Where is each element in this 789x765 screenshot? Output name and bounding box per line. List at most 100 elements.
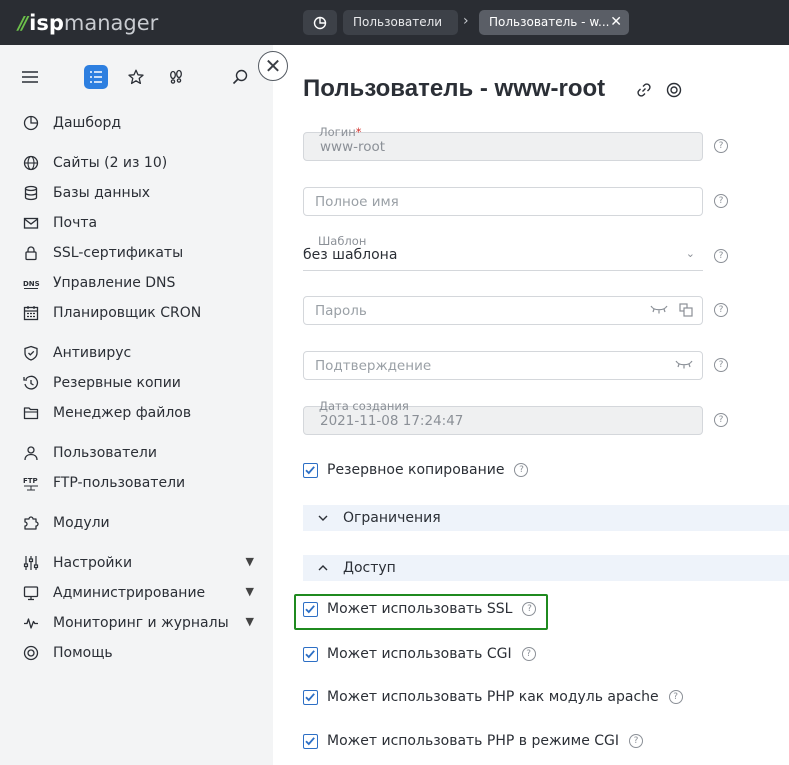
ssl-highlight-box <box>294 594 548 630</box>
sidebar-item-databases[interactable]: Базы данных <box>22 182 262 204</box>
sidebar-item-sites[interactable]: Сайты (2 из 10) <box>22 152 262 174</box>
sidebar-item-file-manager[interactable]: Менеджер файлов <box>22 402 262 424</box>
sidebar-item-settings[interactable]: Настройки ▼ <box>22 552 262 574</box>
dashboard-icon <box>313 16 327 29</box>
main-panel: Пользователь - www-root Логин* www-root … <box>273 45 789 765</box>
sliders-icon <box>22 554 40 572</box>
confirm-placeholder: Подтверждение <box>315 358 432 374</box>
breadcrumb-current-label: Пользователь - w... <box>489 15 610 29</box>
calendar-icon <box>22 304 40 322</box>
logo-mark-icon: // <box>18 12 28 34</box>
cgi-checkbox-row[interactable]: Может использовать CGI ? <box>303 644 536 664</box>
limits-section-header[interactable]: Ограничения <box>303 505 789 531</box>
login-field: Логин* www-root <box>303 125 703 161</box>
mail-icon <box>22 214 40 232</box>
php-cgi-help-icon[interactable]: ? <box>629 734 644 748</box>
php-apache-help-icon[interactable]: ? <box>668 690 683 704</box>
password-input[interactable]: Пароль <box>303 296 703 325</box>
help-lifebuoy-icon[interactable] <box>665 81 683 99</box>
chevron-down-icon: ⌄ <box>685 247 695 260</box>
close-tab-icon[interactable]: ✕ <box>610 10 622 35</box>
sidebar-item-label: Мониторинг и журналы <box>53 615 229 631</box>
search-icon[interactable] <box>228 65 252 89</box>
lock-icon <box>22 244 40 262</box>
breadcrumb-chevron-icon: › <box>463 13 469 29</box>
sidebar-item-users[interactable]: Пользователи <box>22 442 262 464</box>
sidebar-item-label: Резервные копии <box>53 375 181 391</box>
confirm-password-input[interactable]: Подтверждение <box>303 351 703 380</box>
breadcrumb-users[interactable]: Пользователи <box>343 10 458 35</box>
backup-checkbox[interactable] <box>303 462 318 478</box>
php-apache-checkbox-row[interactable]: Может использовать PHP как модуль apache… <box>303 687 683 707</box>
top-bar: // isp manager Пользователи › Пользовате… <box>0 0 789 45</box>
created-help-icon[interactable]: ? <box>714 413 728 427</box>
list-view-icon[interactable] <box>84 65 108 89</box>
cgi-checkbox[interactable] <box>303 646 318 662</box>
sidebar-item-antivirus[interactable]: Антивирус <box>22 342 262 364</box>
footprints-icon[interactable] <box>164 65 188 89</box>
favorites-star-icon[interactable] <box>124 65 148 89</box>
breadcrumb-dashboard-button[interactable] <box>303 10 337 35</box>
globe-icon <box>22 154 40 172</box>
ispmanager-logo[interactable]: // isp manager <box>18 9 158 37</box>
template-select[interactable]: Шаблон без шаблона ⌄ <box>303 234 703 271</box>
template-value: без шаблона <box>303 247 398 263</box>
fullname-input[interactable]: Полное имя <box>303 187 703 216</box>
sidebar-item-ssl[interactable]: SSL-сертификаты <box>22 242 262 264</box>
sidebar-item-label: FTP-пользователи <box>53 475 186 491</box>
php-apache-label: Может использовать PHP как модуль apache <box>327 689 659 705</box>
chevron-down-icon <box>303 515 343 521</box>
sidebar-item-label: Помощь <box>53 645 113 661</box>
sidebar-item-modules[interactable]: Модули <box>22 512 262 534</box>
chevron-down-icon: ▼ <box>245 555 254 568</box>
sidebar-item-label: Планировщик CRON <box>53 305 202 321</box>
backup-label: Резервное копирование <box>327 462 505 478</box>
login-help-icon[interactable]: ? <box>714 139 728 153</box>
php-apache-checkbox[interactable] <box>303 689 318 705</box>
backup-icon <box>22 374 40 392</box>
sidebar-item-cron[interactable]: Планировщик CRON <box>22 302 262 324</box>
login-value: www-root <box>320 139 386 155</box>
backup-checkbox-row[interactable]: Резервное копирование ? <box>303 460 529 480</box>
hide-password-icon[interactable] <box>675 358 693 374</box>
limits-section-title: Ограничения <box>343 510 441 526</box>
generate-password-icon[interactable] <box>679 303 693 321</box>
sidebar-item-label: Пользователи <box>53 445 157 461</box>
password-placeholder: Пароль <box>315 303 367 319</box>
sidebar-item-help[interactable]: Помощь <box>22 642 262 664</box>
chevron-down-icon: ▼ <box>245 585 254 598</box>
sidebar-item-label: Модули <box>53 515 110 531</box>
sidebar-item-label: Администрирование <box>53 585 206 601</box>
pulse-icon <box>22 614 40 632</box>
created-date-field: Дата создания 2021-11-08 17:24:47 <box>303 399 703 435</box>
access-section-header[interactable]: Доступ <box>303 555 789 581</box>
hamburger-menu-icon[interactable] <box>18 65 42 89</box>
close-panel-icon[interactable]: ✕ <box>258 51 288 81</box>
template-help-icon[interactable]: ? <box>714 249 728 263</box>
sidebar-item-mail[interactable]: Почта <box>22 212 262 234</box>
fullname-help-icon[interactable]: ? <box>714 194 728 208</box>
sidebar-item-backups[interactable]: Резервные копии <box>22 372 262 394</box>
login-label: Логин* <box>319 125 362 139</box>
sidebar-item-ftp-users[interactable]: FTP FTP-пользователи <box>22 472 262 494</box>
sidebar-item-administration[interactable]: Администрирование ▼ <box>22 582 262 604</box>
database-icon <box>22 184 40 202</box>
sidebar-item-dashboard[interactable]: Дашборд <box>22 112 262 134</box>
php-cgi-checkbox[interactable] <box>303 733 318 749</box>
link-icon[interactable] <box>635 81 653 99</box>
chevron-down-icon: ▼ <box>245 615 254 628</box>
sidebar-item-monitoring[interactable]: Мониторинг и журналы ▼ <box>22 612 262 634</box>
cgi-help-icon[interactable]: ? <box>521 647 536 661</box>
confirm-help-icon[interactable]: ? <box>714 358 728 372</box>
monitor-icon <box>22 584 40 602</box>
php-cgi-checkbox-row[interactable]: Может использовать PHP в режиме CGI ? <box>303 731 644 751</box>
dns-icon: DNS <box>22 274 40 292</box>
hide-password-icon[interactable] <box>650 303 668 319</box>
php-cgi-label: Может использовать PHP в режиме CGI <box>327 733 620 749</box>
sidebar-item-dns[interactable]: DNS Управление DNS <box>22 272 262 294</box>
password-help-icon[interactable]: ? <box>714 303 728 317</box>
backup-help-icon[interactable]: ? <box>514 463 529 477</box>
breadcrumb-current-tab[interactable]: Пользователь - w... ✕ <box>479 10 629 35</box>
chevron-up-icon <box>303 565 343 571</box>
sidebar-item-label: Базы данных <box>53 185 151 201</box>
